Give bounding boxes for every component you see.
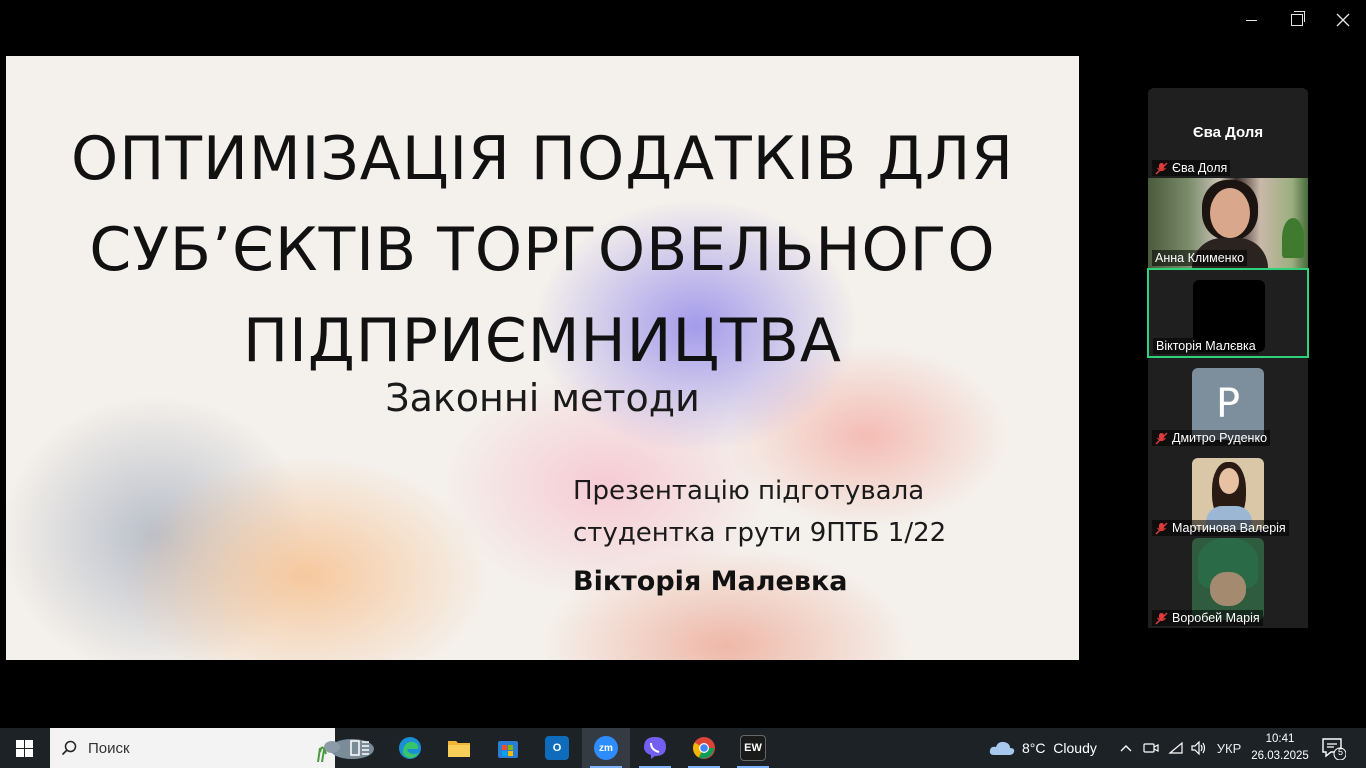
- clock-time: 10:41: [1265, 733, 1295, 745]
- slide-author-line: студентка грути 9ПТБ 1/22: [573, 518, 947, 548]
- participant-tile[interactable]: Анна Клименко: [1148, 178, 1308, 268]
- participant-name: Єва Доля: [1172, 161, 1228, 175]
- muted-mic-icon: [1155, 432, 1168, 445]
- slide-author-line: Презентацію підготувала: [573, 476, 925, 506]
- participant-name-label: Єва Доля: [1152, 160, 1231, 176]
- participant-tile[interactable]: Воробей Марія: [1148, 538, 1308, 628]
- participant-name: Вікторія Малєвка: [1156, 339, 1256, 353]
- participant-name-label: Мартинова Валерія: [1152, 520, 1289, 536]
- participant-tile[interactable]: Мартинова Валерія: [1148, 448, 1308, 538]
- viber-button[interactable]: [631, 728, 679, 768]
- restore-icon[interactable]: [1282, 6, 1312, 34]
- shared-slide: ОПТИМІЗАЦІЯ ПОДАТКІВ ДЛЯ СУБ’ЄКТІВ ТОРГО…: [6, 56, 1079, 660]
- cloud-icon: [989, 741, 1015, 755]
- slide-subtitle: Законні методи: [385, 376, 700, 420]
- taskbar: Поиск O zm EW 8°C Cloudy УКР 10:41 26.03…: [0, 728, 1366, 768]
- chrome-icon: [693, 737, 715, 759]
- folder-icon: [448, 741, 470, 757]
- muted-mic-icon: [1155, 522, 1168, 535]
- participant-name-label: Воробей Марія: [1152, 610, 1263, 626]
- volume-button[interactable]: [1188, 728, 1210, 768]
- windows-logo-icon: [15, 739, 33, 757]
- participant-name: Дмитро Руденко: [1172, 431, 1268, 445]
- start-button[interactable]: [0, 728, 48, 768]
- participant-name-label: Вікторія Малєвка: [1153, 338, 1259, 354]
- participant-name-label: Дмитро Руденко: [1152, 430, 1271, 446]
- participant-name-label: Анна Клименко: [1152, 250, 1248, 266]
- clock[interactable]: 10:41 26.03.2025: [1248, 731, 1312, 765]
- close-icon[interactable]: [1328, 6, 1358, 34]
- task-view-icon: [350, 740, 369, 756]
- participant-photo: [1192, 538, 1264, 620]
- notification-count: 5: [1337, 747, 1343, 757]
- weather-condition: Cloudy: [1053, 740, 1097, 756]
- slide-title: ОПТИМІЗАЦІЯ ПОДАТКІВ ДЛЯ СУБ’ЄКТІВ ТОРГО…: [6, 114, 1079, 387]
- slide-title-line: ПІДПРИЄМНИЦТВА: [243, 306, 842, 376]
- network-button[interactable]: [1164, 728, 1188, 768]
- edge-icon: [399, 737, 421, 759]
- ew-app-button[interactable]: EW: [729, 728, 777, 768]
- weather-widget[interactable]: 8°C Cloudy: [988, 728, 1097, 768]
- muted-mic-icon: [1155, 612, 1168, 625]
- participant-name: Анна Клименко: [1155, 251, 1245, 265]
- search-box[interactable]: Поиск: [50, 728, 374, 768]
- participants-panel: Єва Доля Єва Доля Анна Клименко Вікторія…: [1147, 88, 1309, 628]
- speaker-icon: [1191, 741, 1206, 755]
- store-icon: [498, 741, 518, 758]
- clock-date: 26.03.2025: [1251, 750, 1309, 762]
- weather-temperature: 8°C: [1022, 740, 1046, 756]
- chrome-button[interactable]: [680, 728, 728, 768]
- outlook-icon: O: [545, 736, 569, 760]
- slide-author-name: Вікторія Малевка: [573, 566, 848, 597]
- camera-icon: [1143, 743, 1159, 753]
- show-hidden-icons-button[interactable]: [1116, 728, 1136, 768]
- task-view-button[interactable]: [336, 728, 384, 768]
- minimize-icon[interactable]: [1236, 6, 1266, 34]
- participant-display-name: Єва Доля: [1192, 124, 1264, 141]
- ew-icon: EW: [740, 735, 766, 761]
- notifications-button[interactable]: 5: [1320, 736, 1347, 761]
- muted-mic-icon: [1155, 162, 1168, 175]
- slide-title-line: ОПТИМІЗАЦІЯ ПОДАТКІВ ДЛЯ: [70, 124, 1014, 194]
- chevron-up-icon: [1120, 745, 1132, 752]
- viber-icon: [644, 737, 666, 759]
- meet-now-button[interactable]: [1140, 728, 1162, 768]
- participant-tile-active[interactable]: Вікторія Малєвка: [1147, 268, 1309, 358]
- file-explorer-button[interactable]: [435, 728, 483, 768]
- language-indicator[interactable]: УКР: [1212, 728, 1246, 768]
- edge-button[interactable]: [386, 728, 434, 768]
- wifi-icon: [1168, 741, 1183, 754]
- participant-name: Мартинова Валерія: [1172, 521, 1286, 535]
- zoom-button[interactable]: zm: [582, 728, 630, 768]
- outlook-button[interactable]: O: [533, 728, 581, 768]
- slide-title-line: СУБ’ЄКТІВ ТОРГОВЕЛЬНОГО: [89, 215, 996, 285]
- search-icon: [50, 740, 88, 756]
- zoom-icon: zm: [594, 736, 618, 760]
- search-placeholder: Поиск: [88, 739, 130, 757]
- participant-tile[interactable]: Єва Доля Єва Доля: [1148, 88, 1308, 178]
- participant-tile[interactable]: P Дмитро Руденко: [1148, 358, 1308, 448]
- microsoft-store-button[interactable]: [484, 728, 532, 768]
- participant-name: Воробей Марія: [1172, 611, 1260, 625]
